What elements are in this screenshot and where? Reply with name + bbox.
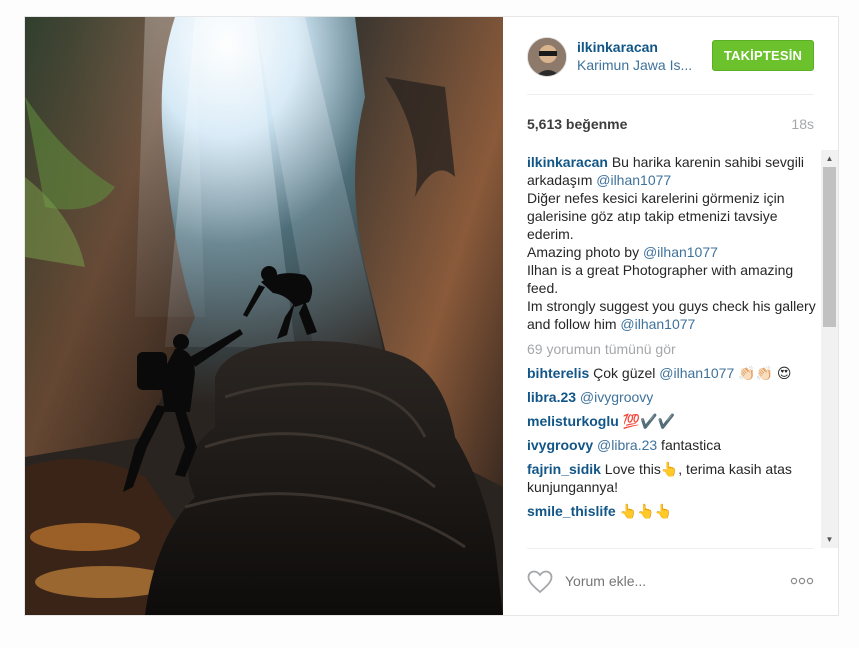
comment-username-link[interactable]: fajrin_sidik [527,461,601,477]
heart-icon[interactable] [527,570,553,594]
scroll-up-arrow-icon[interactable]: ▲ [821,150,838,167]
caption-text: Amazing photo by [527,244,643,260]
comments-scrollbar[interactable]: ▲ ▼ [821,150,838,548]
comment-input[interactable] [565,573,765,589]
list-item: bihterelis Çok güzel @ilhan1077 👏🏻👏🏻 😍 [527,364,823,382]
list-item: ivygroovy @libra.23 fantastica [527,436,823,454]
comment-username-link[interactable]: melisturkoglu [527,413,619,429]
post-photo[interactable] [25,17,503,615]
comment-username-link[interactable]: libra.23 [527,389,576,405]
list-item: fajrin_sidik Love this👆, terima kasih at… [527,460,823,496]
username-link[interactable]: ilkinkaracan [577,39,658,55]
mention-link[interactable]: @ilhan1077 [620,316,695,332]
mention-link[interactable]: @ivygroovy [580,389,653,405]
comment-text: Çok güzel [589,365,660,381]
post-header: ilkinkaracan Karimun Jawa Is... TAKİPTES… [527,17,814,95]
scroll-down-arrow-icon[interactable]: ▼ [821,531,838,548]
location-link[interactable]: Karimun Jawa Is... [577,57,707,73]
post-sidebar: ilkinkaracan Karimun Jawa Is... TAKİPTES… [503,17,838,615]
list-item: melisturkoglu 💯✔️✔️ [527,412,823,430]
post-container: ilkinkaracan Karimun Jawa Is... TAKİPTES… [24,16,839,616]
comment-username-link[interactable]: ivygroovy [527,437,593,453]
mention-link[interactable]: @ilhan1077 [596,172,671,188]
more-options-icon[interactable] [790,576,814,586]
avatar-image [528,38,566,76]
comment-text: 👏🏻👏🏻 😍 [734,365,792,381]
comment-text: fantastica [657,437,721,453]
follow-button[interactable]: TAKİPTESİN [712,40,814,71]
list-item: smile_thislife 👆👆👆 [527,502,823,520]
caption-text: Ilhan is a great Photographer with amazi… [527,262,794,296]
view-all-comments-link[interactable]: 69 yorumun tümünü gör [527,340,823,358]
comment-username-link[interactable]: smile_thislife [527,503,616,519]
mention-link[interactable]: @libra.23 [597,437,657,453]
post-time[interactable]: 18s [791,116,814,132]
post-footer [527,548,814,616]
comment-text: 💯✔️✔️ [618,413,675,429]
caption-text: Diğer nefes kesici karelerini görmeniz i… [527,190,785,242]
scroll-thumb[interactable] [823,167,836,327]
comment-username-link[interactable]: bihterelis [527,365,589,381]
cave-photo-image [25,17,503,615]
list-item: libra.23 @ivygroovy [527,388,823,406]
mention-link[interactable]: @ilhan1077 [643,244,718,260]
likes-row: 5,613 beğenme 18s [527,116,814,136]
comment-text: 👆👆👆 [615,503,672,519]
avatar[interactable] [527,37,567,77]
caption-username-link[interactable]: ilkinkaracan [527,154,608,170]
likes-count[interactable]: 5,613 beğenme [527,116,627,132]
mention-link[interactable]: @ilhan1077 [659,365,734,381]
comments-list: ilkinkaracan Bu harika karenin sahibi se… [527,150,823,546]
caption: ilkinkaracan Bu harika karenin sahibi se… [527,153,823,333]
